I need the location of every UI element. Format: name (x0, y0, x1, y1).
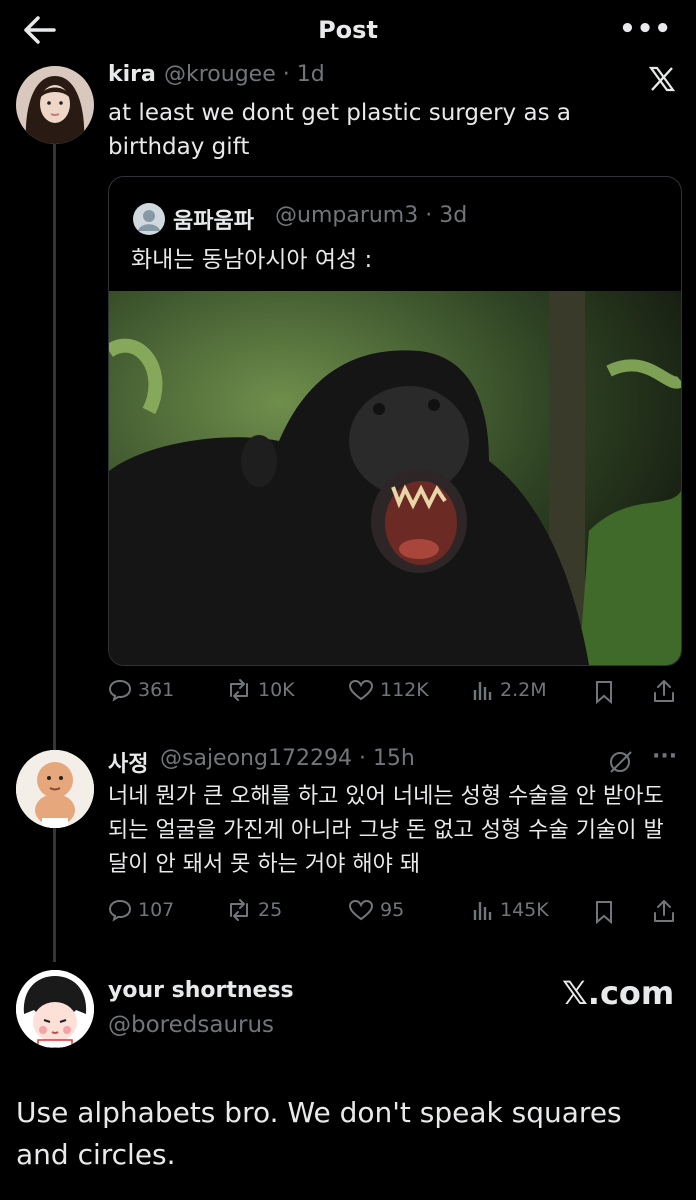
post1-handle[interactable]: @krougee (164, 62, 276, 87)
quoted-post-card[interactable]: 움파움파 @umparum3 · 3d 화내는 동남아시아 여성 : (108, 176, 682, 666)
quote-text: 화내는 동남아시아 여성 : (131, 247, 373, 273)
quote-handle-time[interactable]: @umparum3 · 3d (275, 203, 467, 228)
reply-count: 361 (138, 679, 175, 701)
page-title: Post (318, 16, 378, 44)
quote-handle[interactable]: @umparum3 (275, 203, 418, 228)
heart-icon (348, 899, 374, 921)
x-com-watermark: 𝕏.com (562, 974, 675, 1012)
repost-icon (230, 679, 248, 701)
repost-button[interactable]: 10K (226, 678, 295, 702)
post1-actions: 361 10K 112K 2.2M (108, 676, 680, 710)
post1-handle-time[interactable]: @krougee · 1d (164, 62, 325, 87)
post3-handle[interactable]: @boredsaurus (108, 1012, 274, 1038)
post1-author-name[interactable]: kira (108, 62, 156, 87)
share-icon[interactable] (652, 898, 676, 928)
views-button[interactable]: 145K (472, 898, 549, 922)
reply-icon (108, 899, 132, 922)
views-icon (473, 902, 492, 920)
views-button[interactable]: 2.2M (472, 678, 547, 702)
post1-text: at least we dont get plastic surgery as … (108, 100, 571, 160)
more-options-icon[interactable]: ••• (619, 14, 672, 44)
thread-line (53, 142, 56, 962)
chimpanzee-photo[interactable] (109, 291, 681, 665)
avatar[interactable] (16, 750, 94, 828)
x-logo-icon (648, 66, 676, 96)
post2-author-name[interactable]: 사정 (108, 746, 148, 778)
post3-text: Use alphabets bro. We don't speak square… (16, 1096, 622, 1171)
post2-handle[interactable]: @sajeong172294 (160, 746, 352, 771)
reply-icon (108, 679, 132, 702)
reply-count: 107 (138, 899, 175, 921)
share-icon[interactable] (652, 678, 676, 708)
views-icon (473, 682, 492, 700)
reply-button[interactable]: 107 (108, 898, 174, 922)
post2-time: · 15h (358, 746, 415, 771)
post1-time: · 1d (282, 62, 325, 87)
reply-button[interactable]: 361 (108, 678, 174, 702)
heart-icon (348, 679, 374, 701)
views-count: 145K (500, 899, 549, 921)
quote-time: · 3d (425, 203, 468, 228)
post2-actions: 107 25 95 145K (108, 896, 680, 930)
repost-button[interactable]: 25 (226, 898, 282, 922)
post2-text: 너네 뭔가 큰 오해를 하고 있어 너네는 성형 수술을 안 받아도 되는 얼굴… (108, 784, 664, 877)
post2-more-icon[interactable]: ··· (652, 744, 677, 769)
repost-icon (230, 899, 248, 921)
like-button[interactable]: 95 (348, 898, 404, 922)
quote-author-name[interactable]: 움파움파 (173, 203, 254, 235)
bookmark-icon[interactable] (594, 900, 614, 928)
post2-handle-time[interactable]: @sajeong172294 · 15h (160, 746, 415, 771)
default-avatar-icon (133, 203, 165, 235)
like-count: 112K (380, 679, 429, 701)
like-button[interactable]: 112K (348, 678, 429, 702)
repost-count: 10K (258, 679, 295, 701)
avatar[interactable] (16, 66, 94, 144)
top-bar: Post ••• (0, 0, 696, 62)
grok-icon[interactable] (608, 750, 634, 778)
post3-author-name[interactable]: your shortness (108, 978, 294, 1003)
avatar[interactable] (16, 970, 94, 1048)
repost-count: 25 (258, 899, 283, 921)
bookmark-icon[interactable] (594, 680, 614, 708)
views-count: 2.2M (500, 679, 547, 701)
like-count: 95 (380, 899, 405, 921)
